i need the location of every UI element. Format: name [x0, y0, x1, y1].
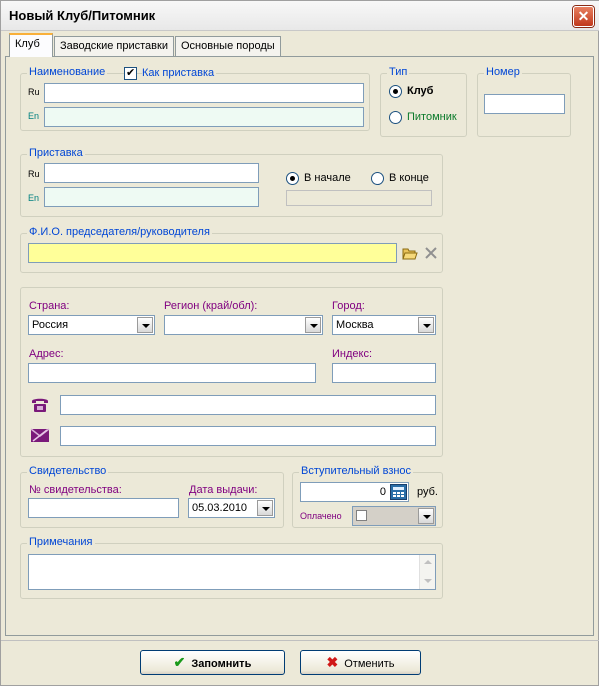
paid-select[interactable]	[352, 506, 436, 526]
cross-icon: ✖	[326, 654, 339, 670]
as-prefix-label: Как приставка	[142, 67, 217, 79]
prefix-en-input[interactable]	[44, 187, 259, 207]
name-legend: Наименование	[27, 66, 108, 78]
cancel-button-label: Отменить	[344, 658, 395, 670]
type-group: Тип	[380, 66, 467, 137]
open-folder-icon[interactable]	[402, 245, 418, 261]
chevron-down-icon[interactable]	[418, 317, 434, 333]
phone-icon	[32, 398, 48, 412]
notes-textarea[interactable]	[28, 554, 436, 590]
prefix-legend: Приставка	[27, 147, 85, 159]
check-icon: ✔	[173, 654, 186, 670]
paid-label: Оплачено	[300, 511, 342, 521]
tab-main-breeds-label: Основные породы	[181, 40, 275, 52]
certificate-number-label: № свидетельства:	[29, 484, 122, 496]
tab-club-label: Клуб	[15, 38, 40, 50]
scroll-up-icon[interactable]	[424, 560, 432, 564]
name-en-label: En	[28, 111, 40, 121]
title-bar[interactable]: Новый Клуб/Питомник ✕	[1, 1, 599, 31]
country-select[interactable]: Россия	[28, 315, 155, 335]
issue-date-picker[interactable]: 05.03.2010	[188, 498, 275, 518]
notes-scrollbar[interactable]	[419, 555, 435, 589]
cancel-button[interactable]: ✖ Отменить	[300, 650, 421, 675]
name-ru-label: Ru	[28, 87, 40, 97]
country-label: Страна:	[29, 300, 70, 312]
tab-kennel-prefixes-label: Заводские приставки	[60, 40, 168, 52]
prefix-ru-input[interactable]	[44, 163, 259, 183]
tab-kennel-prefixes[interactable]: Заводские приставки	[54, 36, 174, 56]
type-club-label: Клуб	[407, 85, 434, 97]
region-label: Регион (край/обл):	[164, 300, 258, 312]
certificate-number-input[interactable]	[28, 498, 179, 518]
prefix-end-radio[interactable]	[371, 172, 384, 185]
fee-amount-input[interactable]: 0	[300, 482, 409, 502]
phone-input[interactable]	[60, 395, 436, 415]
type-kennel-label: Питомник	[407, 111, 457, 123]
index-label: Индекс:	[332, 348, 373, 360]
fee-legend: Вступительный взнос	[299, 465, 414, 477]
prefix-preview-field	[286, 190, 432, 206]
footer-divider	[1, 640, 599, 641]
chevron-down-icon[interactable]	[418, 508, 434, 524]
chairman-legend: Ф.И.О. председателя/руководителя	[27, 226, 212, 238]
region-select[interactable]	[164, 315, 323, 335]
type-legend: Тип	[387, 66, 410, 78]
type-kennel-radio[interactable]	[389, 111, 402, 124]
address-input[interactable]	[28, 363, 316, 383]
paid-date-checkbox[interactable]	[356, 510, 367, 521]
tab-main-breeds[interactable]: Основные породы	[175, 36, 281, 56]
window-title: Новый Клуб/Питомник	[9, 8, 156, 23]
as-prefix-checkbox[interactable]	[124, 66, 137, 80]
close-button[interactable]: ✕	[573, 6, 594, 27]
city-label: Город:	[332, 300, 365, 312]
city-select[interactable]: Москва	[332, 315, 436, 335]
number-legend: Номер	[484, 66, 522, 78]
address-label: Адрес:	[29, 348, 64, 360]
type-club-radio[interactable]	[389, 85, 402, 98]
save-button[interactable]: ✔ Запомнить	[140, 650, 285, 675]
calculator-icon[interactable]	[390, 484, 407, 500]
chairman-input[interactable]	[28, 243, 397, 263]
notes-legend: Примечания	[27, 536, 95, 548]
save-button-label: Запомнить	[191, 658, 252, 670]
email-icon	[30, 428, 50, 442]
chevron-down-icon[interactable]	[257, 500, 273, 516]
number-input[interactable]	[484, 94, 565, 114]
certificate-legend: Свидетельство	[27, 465, 109, 477]
prefix-en-label: En	[28, 193, 40, 203]
name-ru-input[interactable]	[44, 83, 364, 103]
chevron-down-icon[interactable]	[305, 317, 321, 333]
issue-date-label: Дата выдачи:	[189, 484, 258, 496]
chevron-down-icon[interactable]	[137, 317, 153, 333]
scroll-down-icon[interactable]	[424, 579, 432, 583]
index-input[interactable]	[332, 363, 436, 383]
tab-club[interactable]: Клуб	[9, 33, 53, 57]
prefix-end-label: В конце	[389, 172, 429, 184]
fee-currency-label: руб.	[417, 486, 438, 498]
email-input[interactable]	[60, 426, 436, 446]
name-en-input[interactable]	[44, 107, 364, 127]
dialog-window: Новый Клуб/Питомник ✕ Клуб Заводские при…	[0, 0, 599, 686]
prefix-start-radio[interactable]	[286, 172, 299, 185]
clear-icon[interactable]	[424, 246, 438, 260]
prefix-start-label: В начале	[304, 172, 351, 184]
prefix-ru-label: Ru	[28, 169, 40, 179]
